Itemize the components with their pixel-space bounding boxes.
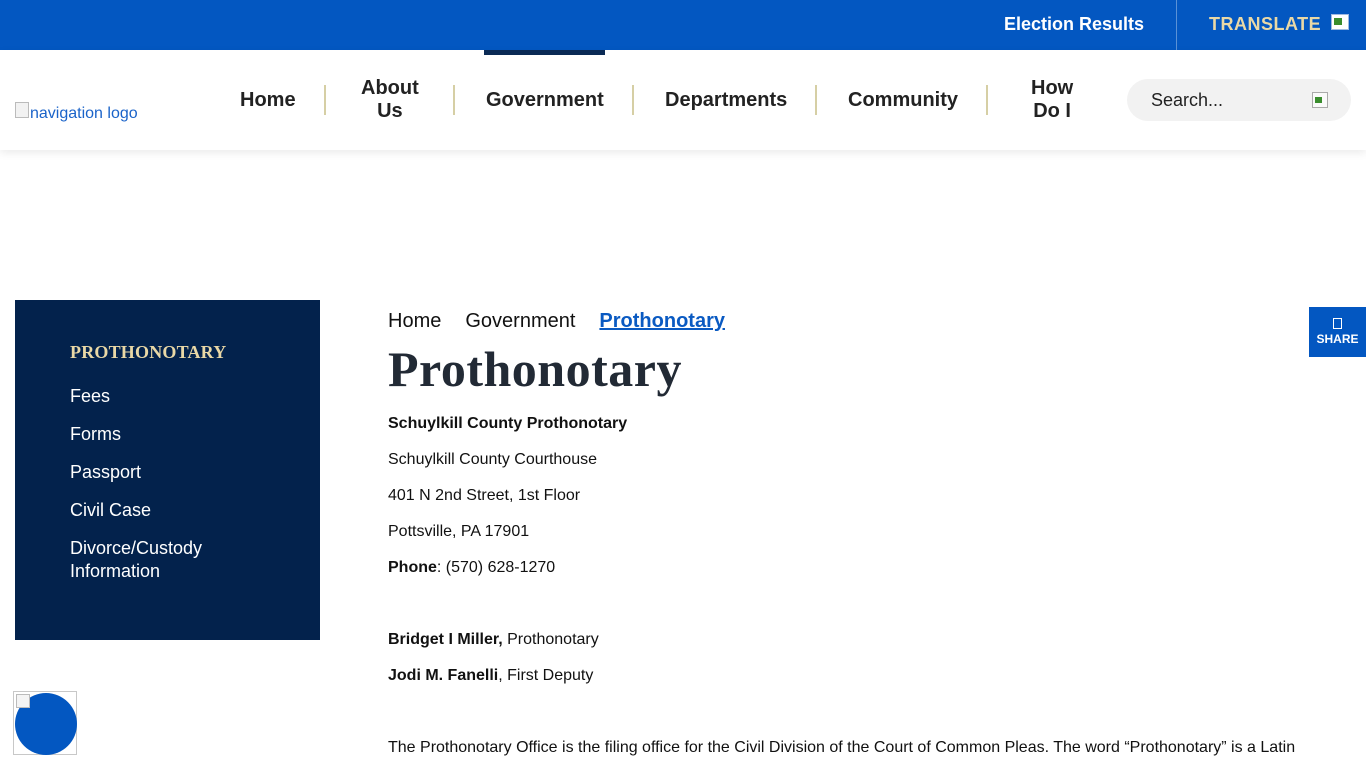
office-name: Schuylkill County Prothonotary xyxy=(388,415,628,432)
search-box xyxy=(1127,79,1351,121)
page-title: Prothonotary xyxy=(388,341,682,397)
phone-label: Phone xyxy=(388,559,437,576)
nav-item-government[interactable]: Government xyxy=(486,89,604,112)
nav-item-community[interactable]: Community xyxy=(848,89,958,112)
share-button[interactable]: SHARE xyxy=(1309,307,1366,357)
office-street: 401 N 2nd Street, 1st Floor xyxy=(388,487,581,504)
nav-separator xyxy=(453,85,455,115)
sidebar-item-passport[interactable]: Passport xyxy=(70,461,290,484)
breadcrumb: Home Government Prothonotary xyxy=(388,310,749,333)
topbar-divider xyxy=(1176,0,1177,50)
main-navigation: navigation logo Home About Us Government… xyxy=(0,50,1366,150)
broken-image-icon xyxy=(16,694,30,708)
nav-item-home[interactable]: Home xyxy=(240,89,296,112)
nav-item-about-us[interactable]: About Us xyxy=(361,77,419,123)
breadcrumb-current[interactable]: Prothonotary xyxy=(599,310,725,333)
office-phone: Phone: (570) 628-1270 xyxy=(388,558,1308,578)
office-building: Schuylkill County Courthouse xyxy=(388,451,597,468)
sidebar-item-civil-case[interactable]: Civil Case xyxy=(70,499,290,522)
main-content: Schuylkill County Prothonotary Schuylkil… xyxy=(388,414,1308,768)
sidebar-item-fees[interactable]: Fees xyxy=(70,385,290,408)
staff-role-1: Prothonotary xyxy=(502,631,599,648)
active-nav-indicator xyxy=(484,50,605,55)
section-sidebar: PROTHONOTARY Fees Forms Passport Civil C… xyxy=(15,300,320,640)
breadcrumb-home[interactable]: Home xyxy=(388,310,441,333)
sidebar-item-divorce-custody[interactable]: Divorce/Custody Information xyxy=(70,537,290,583)
office-description: The Prothonotary Office is the filing of… xyxy=(388,739,1296,756)
accessibility-widget-button[interactable] xyxy=(13,691,77,755)
breadcrumb-government[interactable]: Government xyxy=(465,310,575,333)
nav-item-departments[interactable]: Departments xyxy=(665,89,787,112)
nav-separator xyxy=(986,85,988,115)
site-logo[interactable]: navigation logo xyxy=(15,102,138,123)
sidebar-item-forms[interactable]: Forms xyxy=(70,423,290,446)
staff-name-1: Bridget I Miller, xyxy=(388,631,503,648)
staff-line-1: Bridget I Miller, Prothonotary xyxy=(388,630,1308,650)
broken-image-icon xyxy=(15,102,29,118)
top-utility-bar: Election Results TRANSLATE xyxy=(0,0,1366,50)
logo-alt-text: navigation logo xyxy=(30,105,138,122)
nav-separator xyxy=(324,85,326,115)
search-input[interactable] xyxy=(1127,79,1307,121)
share-label: SHARE xyxy=(1316,332,1359,346)
nav-item-how-do-i[interactable]: How Do I xyxy=(1031,77,1073,123)
flag-icon[interactable] xyxy=(1331,14,1349,30)
share-icon xyxy=(1333,318,1342,329)
staff-role-2: , First Deputy xyxy=(498,667,594,684)
nav-separator xyxy=(815,85,817,115)
sidebar-title: PROTHONOTARY xyxy=(70,342,227,362)
nav-separator xyxy=(632,85,634,115)
translate-button[interactable]: TRANSLATE xyxy=(1209,14,1321,35)
election-results-link[interactable]: Election Results xyxy=(1004,14,1144,35)
office-city: Pottsville, PA 17901 xyxy=(388,523,530,540)
staff-line-2: Jodi M. Fanelli, First Deputy xyxy=(388,666,1308,686)
staff-name-2: Jodi M. Fanelli xyxy=(388,667,499,684)
search-icon[interactable] xyxy=(1312,92,1328,108)
phone-value: : (570) 628-1270 xyxy=(436,559,556,576)
